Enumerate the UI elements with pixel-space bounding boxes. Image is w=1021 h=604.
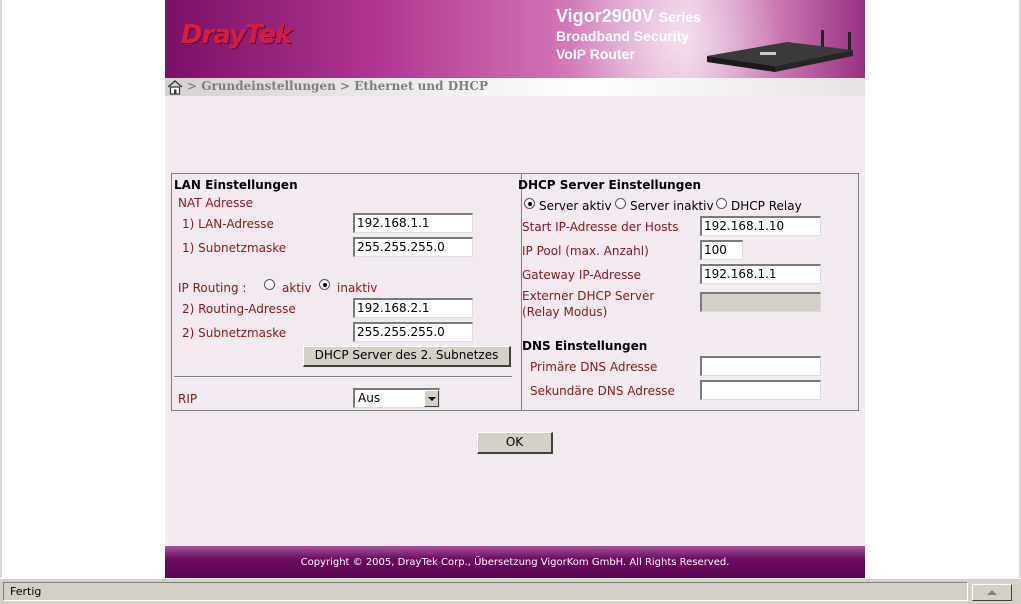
rip-separator [174, 376, 512, 378]
lan-address-label: 1) LAN-Adresse [182, 217, 274, 231]
secondary-dns-label: Sekundäre DNS Adresse [530, 384, 675, 398]
external-dhcp-input[interactable] [700, 292, 821, 312]
relay-mode-label: (Relay Modus) [522, 305, 608, 319]
status-cell: Fertig [3, 582, 968, 601]
product-tagline-2: VoIP Router [556, 46, 635, 62]
lan-settings-title: LAN Einstellungen [174, 178, 298, 192]
dns-settings-title: DNS Einstellungen [522, 339, 648, 353]
product-tagline-1: Broadband Security [556, 28, 690, 44]
ok-button[interactable]: OK [477, 432, 553, 454]
window-left-border [0, 0, 2, 578]
home-icon[interactable] [167, 79, 183, 95]
chevron-down-icon[interactable] [424, 390, 439, 407]
ip-routing-active-radio[interactable] [264, 279, 275, 290]
dhcp-server-inactive-radio[interactable] [615, 198, 626, 209]
draytek-logo: DrayTek [181, 20, 292, 50]
router-config-page: DrayTek Vigor2900V Series Broadband Secu… [165, 0, 865, 578]
lan-address-input[interactable]: 192.168.1.1 [353, 213, 473, 233]
ip-pool-input[interactable]: 100 [700, 240, 743, 260]
breadcrumb: > Grundeinstellungen > Ethernet und DHCP [187, 79, 489, 93]
breadcrumb-bar: > Grundeinstellungen > Ethernet und DHCP [165, 78, 865, 96]
dhcp-second-subnet-button[interactable]: DHCP Server des 2. Subnetzes [303, 346, 511, 367]
subnet-mask-1-input[interactable]: 255.255.255.0 [353, 237, 473, 257]
gateway-ip-input[interactable]: 192.168.1.1 [700, 264, 821, 284]
model-name: Vigor2900V [556, 6, 654, 26]
dhcp-server-active-radio[interactable] [524, 198, 535, 209]
start-ip-label: Start IP-Adresse der Hosts [522, 220, 679, 234]
gateway-ip-label: Gateway IP-Adresse [522, 268, 641, 282]
ip-pool-label: IP Pool (max. Anzahl) [522, 244, 649, 258]
primary-dns-input[interactable] [700, 356, 821, 376]
ip-routing-label: IP Routing : [178, 281, 247, 295]
dhcp-server-active-label: Server aktiv [539, 199, 612, 213]
footer-bar: Copyright © 2005, DrayTek Corp., Überset… [165, 546, 865, 578]
subnet-mask-1-label: 1) Subnetzmaske [182, 241, 287, 255]
subnet-mask-2-label: 2) Subnetzmaske [182, 326, 287, 340]
settings-table: LAN Einstellungen NAT Adresse 1) LAN-Adr… [171, 173, 859, 411]
ip-routing-inactive-label: inaktiv [337, 281, 378, 295]
primary-dns-label: Primäre DNS Adresse [530, 360, 658, 374]
subnet-mask-2-input[interactable]: 255.255.255.0 [353, 322, 473, 342]
routing-address-input[interactable]: 192.168.2.1 [353, 298, 473, 318]
rip-label: RIP [178, 392, 198, 406]
rip-select[interactable]: Aus [353, 388, 440, 408]
browser-status-bar: Fertig [0, 578, 1021, 604]
dhcp-relay-label: DHCP Relay [731, 199, 802, 213]
external-dhcp-label: Externer DHCP Server [522, 289, 655, 303]
rip-selected-value: Aus [358, 391, 381, 405]
dhcp-server-inactive-label: Server inaktiv [630, 199, 714, 213]
model-series: Series [658, 9, 701, 25]
nat-address-title: NAT Adresse [178, 196, 253, 210]
start-ip-input[interactable]: 192.168.1.10 [700, 216, 821, 236]
header-banner: DrayTek Vigor2900V Series Broadband Secu… [165, 0, 865, 80]
product-model: Vigor2900V Series [556, 6, 701, 27]
dhcp-settings-title: DHCP Server Einstellungen [518, 178, 701, 192]
status-text: Fertig [10, 585, 42, 598]
ip-routing-active-label: aktiv [282, 281, 312, 295]
ip-routing-inactive-radio[interactable] [319, 279, 330, 290]
status-scroll-up-button[interactable] [972, 584, 1012, 601]
copyright-text: Copyright © 2005, DrayTek Corp., Überset… [300, 557, 730, 568]
dhcp-relay-radio[interactable] [716, 198, 727, 209]
secondary-dns-input[interactable] [700, 380, 821, 400]
routing-address-label: 2) Routing-Adresse [182, 302, 296, 316]
router-image-icon [707, 30, 853, 72]
